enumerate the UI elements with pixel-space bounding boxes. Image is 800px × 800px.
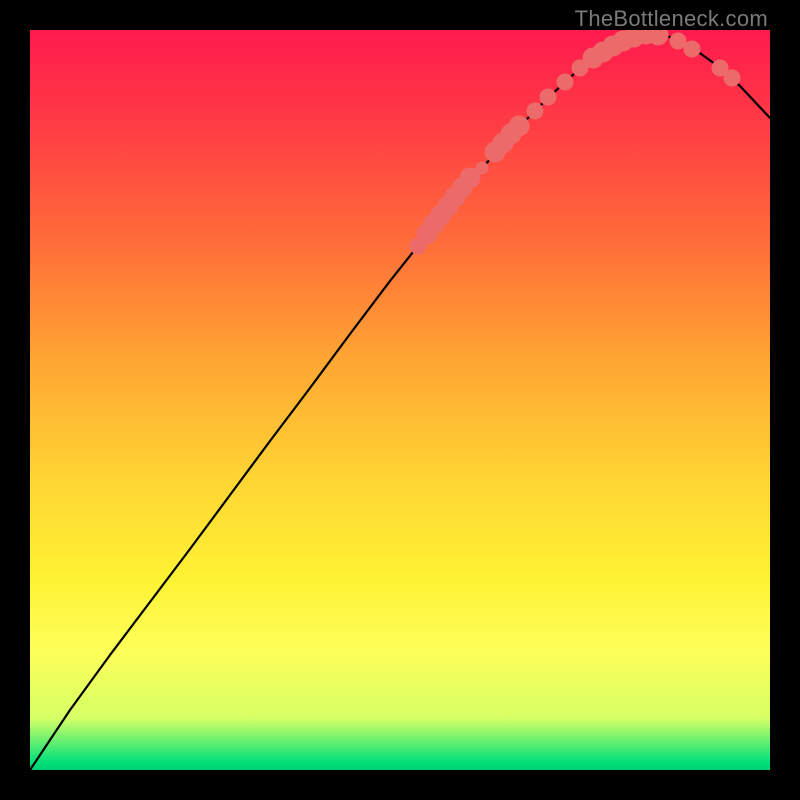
data-markers (410, 30, 740, 254)
data-marker (540, 89, 556, 105)
bottleneck-curve (30, 34, 770, 770)
data-marker (476, 162, 488, 174)
plot-area (30, 30, 770, 770)
data-marker (527, 103, 543, 119)
chart-svg (30, 30, 770, 770)
data-marker (648, 30, 668, 45)
data-marker (684, 41, 700, 57)
attribution-label: TheBottleneck.com (575, 6, 768, 32)
data-marker (557, 74, 573, 90)
data-marker (670, 33, 686, 49)
data-marker (724, 70, 740, 86)
data-marker (509, 116, 529, 136)
chart-stage: TheBottleneck.com (0, 0, 800, 800)
